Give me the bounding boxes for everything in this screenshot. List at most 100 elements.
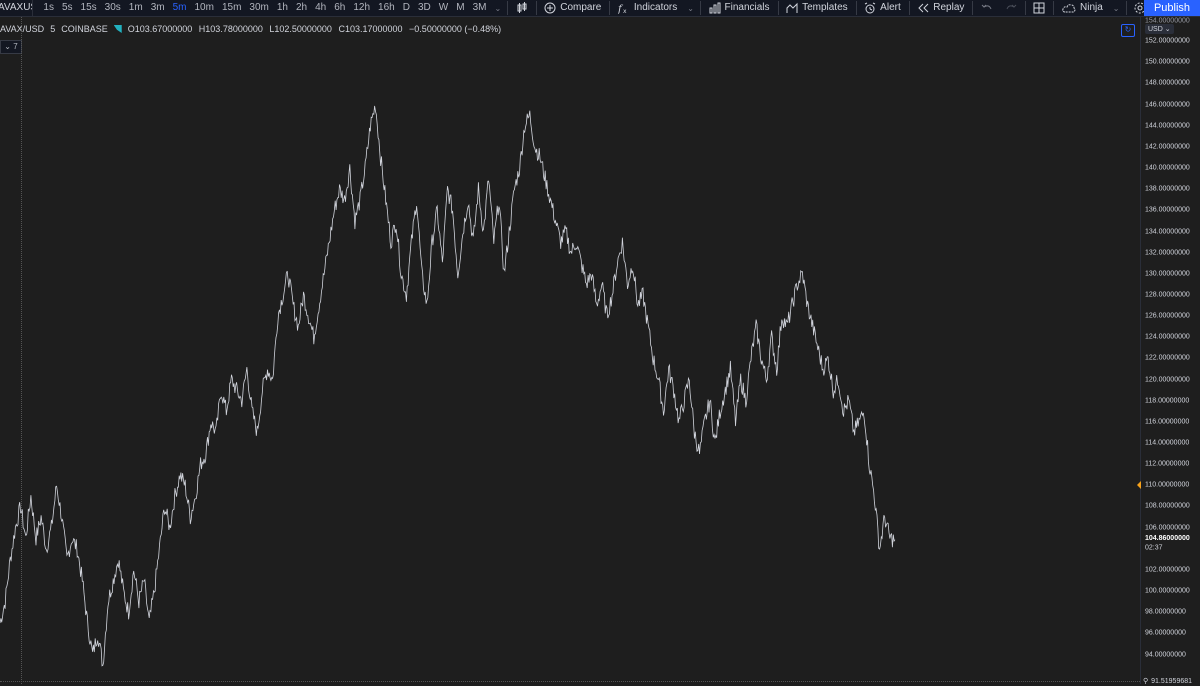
price-chart[interactable] bbox=[0, 17, 1140, 684]
interval-15m[interactable]: 15m bbox=[218, 0, 245, 16]
interval-bar: 1s 5s 15s 30s 1m 3m 5m 10m 15m 30m 1h 2h 4h 6h 12h 16h D… bbox=[33, 0, 490, 16]
symbol-search-button[interactable]: AVAXUSD bbox=[0, 0, 34, 16]
interval-1m[interactable]: 1m bbox=[125, 0, 147, 16]
layout-name-button[interactable]: Ninja bbox=[1056, 0, 1109, 16]
layout-dropdown-icon[interactable]: ⌄ bbox=[1109, 4, 1124, 13]
currency-selector[interactable]: USD ⌄ bbox=[1145, 24, 1174, 34]
price-tick: 116.00000000 bbox=[1145, 418, 1190, 426]
toolbar-divider bbox=[1053, 1, 1054, 15]
indicators-label: Indicators bbox=[633, 2, 678, 13]
templates-button[interactable]: Templates bbox=[780, 0, 854, 16]
candles-icon bbox=[517, 2, 527, 13]
interval-10m[interactable]: 10m bbox=[191, 0, 218, 16]
interval-W[interactable]: W bbox=[435, 0, 452, 16]
alert-marker-icon bbox=[1137, 481, 1141, 489]
interval-1h[interactable]: 1h bbox=[273, 0, 292, 16]
top-toolbar: AVAXUSD 1s5s15s30s1m3m5m10m15m30m1h2h4h6… bbox=[0, 0, 1200, 17]
price-tick: 106.00000000 bbox=[1145, 524, 1190, 532]
price-tick: 134.00000000 bbox=[1145, 228, 1190, 236]
rewind-icon bbox=[918, 3, 929, 13]
current-price-label: 104.86000000 bbox=[1145, 534, 1190, 542]
interval-3m[interactable]: 3m bbox=[147, 0, 169, 16]
interval-5m[interactable]: 5m bbox=[169, 0, 191, 16]
bottom-price-value: 91.51959681 bbox=[1151, 677, 1193, 685]
interval-4h[interactable]: 4h bbox=[311, 0, 330, 16]
toolbar-divider bbox=[507, 1, 508, 15]
redo-button[interactable] bbox=[999, 0, 1023, 16]
interval-3M[interactable]: 3M bbox=[469, 0, 491, 16]
toolbar-divider bbox=[1024, 1, 1026, 15]
chart-style-button[interactable] bbox=[510, 0, 534, 16]
interval-6h[interactable]: 6h bbox=[330, 0, 349, 16]
alert-button[interactable]: Alert bbox=[858, 0, 907, 16]
price-tick: 112.00000000 bbox=[1145, 460, 1190, 468]
financials-label: Financials bbox=[724, 2, 770, 13]
layout-name-label: Ninja bbox=[1080, 2, 1103, 13]
price-tick: 128.00000000 bbox=[1145, 291, 1190, 299]
undo-icon bbox=[981, 4, 992, 10]
interval-3D[interactable]: 3D bbox=[414, 0, 435, 16]
price-axis[interactable]: 154.00000000 152.00000000 150.00000000 148… bbox=[1140, 17, 1200, 684]
layout-grid-button[interactable] bbox=[1027, 0, 1051, 16]
price-tick: 98.00000000 bbox=[1145, 608, 1186, 616]
replay-label: Replay bbox=[933, 2, 965, 13]
interval-1s[interactable]: 1s bbox=[39, 0, 58, 16]
price-tick: 118.00000000 bbox=[1145, 397, 1190, 405]
price-tick: 122.00000000 bbox=[1145, 354, 1190, 362]
fx-icon: fx bbox=[618, 4, 627, 14]
financials-button[interactable]: Financials bbox=[703, 0, 776, 16]
price-tick: 138.00000000 bbox=[1145, 185, 1190, 193]
price-tick: 120.00000000 bbox=[1145, 376, 1190, 384]
compare-label: Compare bbox=[560, 2, 602, 13]
cloud-icon bbox=[1062, 4, 1076, 13]
toolbar-divider bbox=[855, 1, 857, 15]
interval-2h[interactable]: 2h bbox=[292, 0, 311, 16]
currency-label: USD bbox=[1148, 26, 1163, 33]
toolbar-divider bbox=[699, 1, 701, 15]
redo-icon bbox=[1006, 4, 1017, 10]
price-tick: 108.00000000 bbox=[1145, 502, 1190, 510]
interval-30s[interactable]: 30s bbox=[101, 0, 125, 16]
compare-button[interactable]: Compare bbox=[538, 0, 607, 16]
interval-15s[interactable]: 15s bbox=[77, 0, 101, 16]
interval-30m[interactable]: 30m bbox=[245, 0, 272, 16]
price-tick: 150.00000000 bbox=[1145, 58, 1190, 66]
plus-circle-icon bbox=[544, 2, 556, 14]
grid-icon bbox=[1033, 2, 1045, 14]
templates-icon bbox=[786, 2, 798, 13]
interval-12h[interactable]: 12h bbox=[349, 0, 374, 16]
price-tick: 148.00000000 bbox=[1145, 79, 1190, 87]
alert-label: Alert bbox=[880, 2, 901, 13]
price-tick: 130.00000000 bbox=[1145, 270, 1190, 278]
price-tick: 140.00000000 bbox=[1145, 164, 1190, 172]
bar-chart-icon bbox=[709, 2, 720, 14]
price-tick: 144.00000000 bbox=[1145, 122, 1190, 130]
templates-label: Templates bbox=[802, 2, 848, 13]
bar-countdown: 02:37 bbox=[1145, 544, 1163, 552]
price-tick: 132.00000000 bbox=[1145, 249, 1190, 257]
interval-16h[interactable]: 16h bbox=[374, 0, 399, 16]
interval-more-icon[interactable]: ⌄ bbox=[490, 4, 505, 13]
bottom-price-label: ⚲ 91.51959681 bbox=[1141, 676, 1200, 686]
alarm-clock-icon bbox=[864, 2, 876, 14]
indicators-dropdown-icon[interactable]: ⌄ bbox=[683, 4, 698, 13]
price-series-line bbox=[0, 105, 896, 667]
toolbar-divider bbox=[535, 1, 537, 15]
price-tick: 126.00000000 bbox=[1145, 312, 1190, 320]
undo-button[interactable] bbox=[975, 0, 999, 16]
interval-M[interactable]: M bbox=[452, 0, 468, 16]
toolbar-divider bbox=[1125, 1, 1127, 15]
price-tick: 124.00000000 bbox=[1145, 333, 1190, 341]
svg-text:x: x bbox=[623, 8, 627, 14]
publish-button[interactable]: Publish bbox=[1144, 0, 1200, 16]
price-tick: 142.00000000 bbox=[1145, 143, 1190, 151]
price-tick: 94.00000000 bbox=[1145, 651, 1186, 659]
toolbar-divider bbox=[609, 1, 610, 15]
toolbar-divider bbox=[908, 1, 910, 15]
price-tick: 96.00000000 bbox=[1145, 629, 1186, 637]
interval-5s[interactable]: 5s bbox=[58, 0, 77, 16]
price-tick: 102.00000000 bbox=[1145, 566, 1190, 574]
indicators-button[interactable]: fx Indicators bbox=[612, 0, 683, 16]
replay-button[interactable]: Replay bbox=[911, 0, 970, 16]
interval-D[interactable]: D bbox=[399, 0, 414, 16]
